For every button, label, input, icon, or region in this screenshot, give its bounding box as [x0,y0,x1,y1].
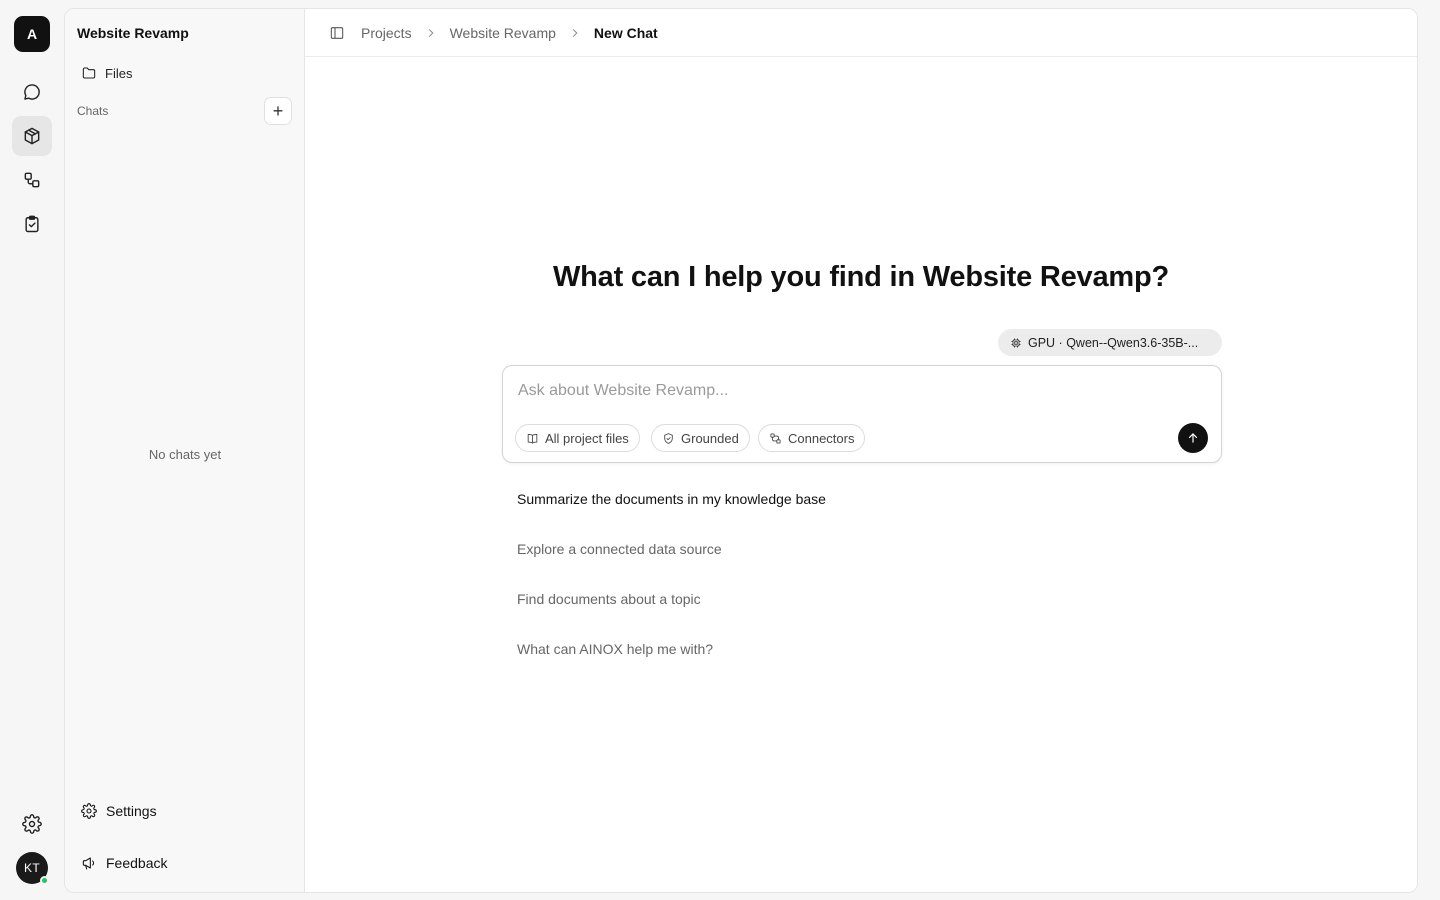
files-label: Files [105,65,133,81]
sidebar-toggle-button[interactable] [325,21,349,45]
chip-cpu-icon [1011,338,1021,347]
app-frame: Website Revamp Files Chats + No chats ye… [64,8,1418,893]
settings-label: Settings [106,803,157,819]
gear-icon [81,803,97,819]
clipboard-check-icon [25,215,39,233]
chat-composer: All project files Grounded Connectors [502,365,1222,463]
rail-workflows-button[interactable] [12,160,52,200]
icon-rail: A KT [0,0,64,900]
megaphone-icon [82,857,95,870]
feedback-link[interactable]: Feedback [81,852,167,874]
breadcrumb-current: New Chat [593,24,658,41]
gear-icon [22,814,42,834]
files-link[interactable]: Files [81,63,132,83]
grounded-mode-chip[interactable]: Grounded [651,424,750,452]
empty-chats-message: No chats yet [148,447,222,462]
send-button[interactable] [1178,423,1208,453]
sidebar-panel-icon [330,26,344,39]
chat-bubble-icon [24,84,40,100]
page-headline: What can I help you find in Website Reva… [552,261,1170,293]
main-content: Projects Website Revamp New Chat What ca… [305,9,1417,892]
rail-tasks-button[interactable] [12,204,52,244]
suggestion-item[interactable]: What can AINOX help me with? [517,641,713,657]
online-status-dot [40,876,49,885]
book-icon [527,433,538,444]
project-sidebar: Website Revamp Files Chats + No chats ye… [65,9,305,892]
project-title: Website Revamp [77,25,189,41]
connectors-icon [770,432,781,444]
chip-label: All project files [545,430,629,446]
settings-link[interactable]: Settings [81,800,157,822]
app-logo[interactable]: A [14,16,50,52]
workflow-icon [24,172,40,188]
model-label: GPU · Qwen--Qwen3.6-35B-... [1028,335,1199,350]
new-chat-button[interactable]: + [264,97,292,125]
scope-all-files-chip[interactable]: All project files [515,424,640,452]
plus-icon: + [272,101,284,121]
rail-chats-button[interactable] [12,72,52,112]
model-selector[interactable]: GPU · Qwen--Qwen3.6-35B-... [998,329,1222,356]
suggestion-item[interactable]: Find documents about a topic [517,591,701,607]
top-bar: Projects Website Revamp New Chat [305,9,1417,57]
arrow-up-icon [1188,433,1198,443]
chip-label: Connectors [788,430,855,446]
shield-check-icon [664,432,673,444]
cube-icon [24,127,40,145]
suggestion-item[interactable]: Summarize the documents in my knowledge … [517,491,826,507]
feedback-label: Feedback [106,855,168,871]
connectors-chip[interactable]: Connectors [758,424,866,452]
chat-input[interactable] [518,380,1158,402]
chip-label: Grounded [681,430,739,446]
folder-icon [82,67,96,79]
rail-projects-button[interactable] [12,116,52,156]
rail-settings-button[interactable] [12,804,52,844]
chevron-right-icon [424,26,438,40]
breadcrumb: Projects Website Revamp New Chat [361,25,658,41]
chats-section-label: Chats [77,104,109,118]
breadcrumb-projects[interactable]: Projects [361,25,412,41]
suggestion-item[interactable]: Explore a connected data source [517,541,722,557]
chevron-right-icon [568,26,582,40]
breadcrumb-project[interactable]: Website Revamp [450,25,556,41]
